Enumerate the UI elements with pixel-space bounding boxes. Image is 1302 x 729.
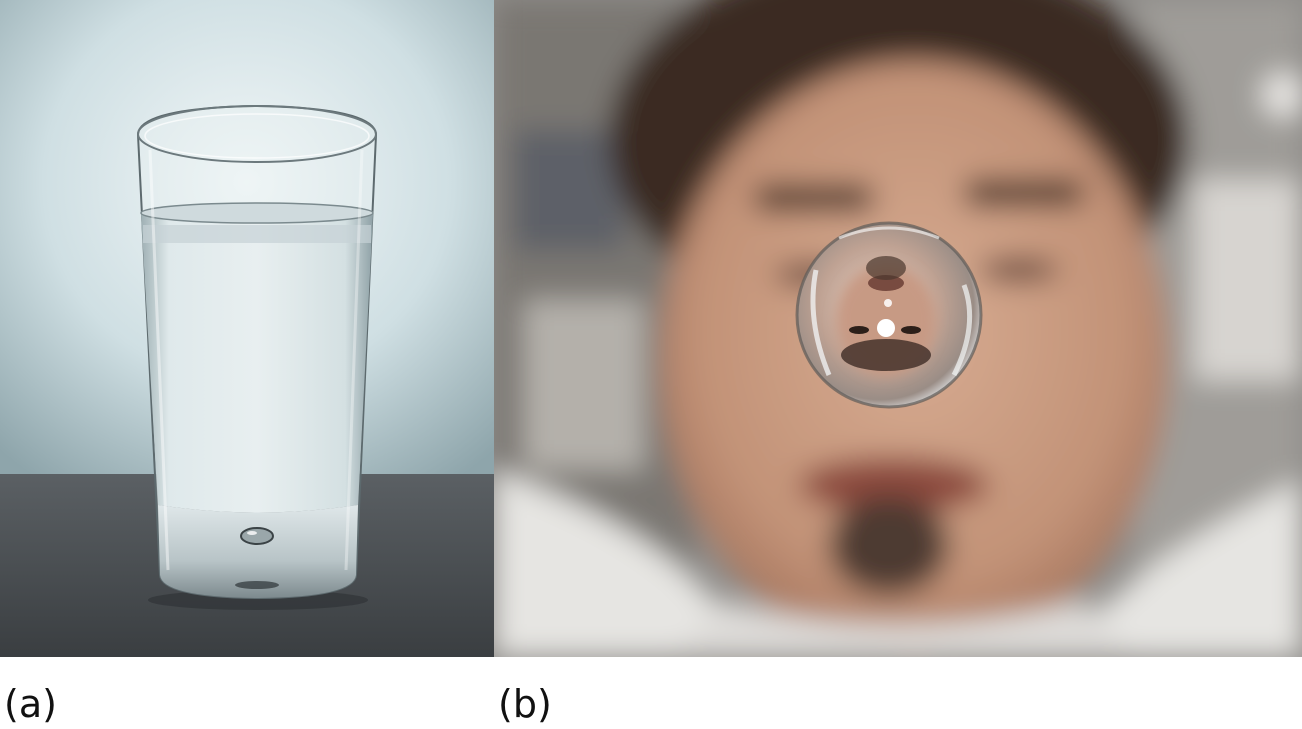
floating-droplet-illustration <box>494 0 1302 657</box>
photo-floating-droplet <box>494 0 1302 657</box>
photo-glass-of-water <box>0 0 494 657</box>
water <box>141 207 373 513</box>
glass-of-water-illustration <box>0 0 494 657</box>
water-droplet <box>795 221 983 409</box>
water-surface <box>140 202 374 224</box>
droplet-small-highlight <box>884 299 892 307</box>
air-bubble <box>240 527 274 545</box>
water-meniscus-band <box>143 225 371 243</box>
caption-panel-a: (a) <box>4 682 57 726</box>
bubble-highlight <box>247 531 257 535</box>
droplet-highlight <box>877 319 895 337</box>
base-dimple <box>235 581 279 589</box>
caption-panel-b: (b) <box>498 682 552 726</box>
